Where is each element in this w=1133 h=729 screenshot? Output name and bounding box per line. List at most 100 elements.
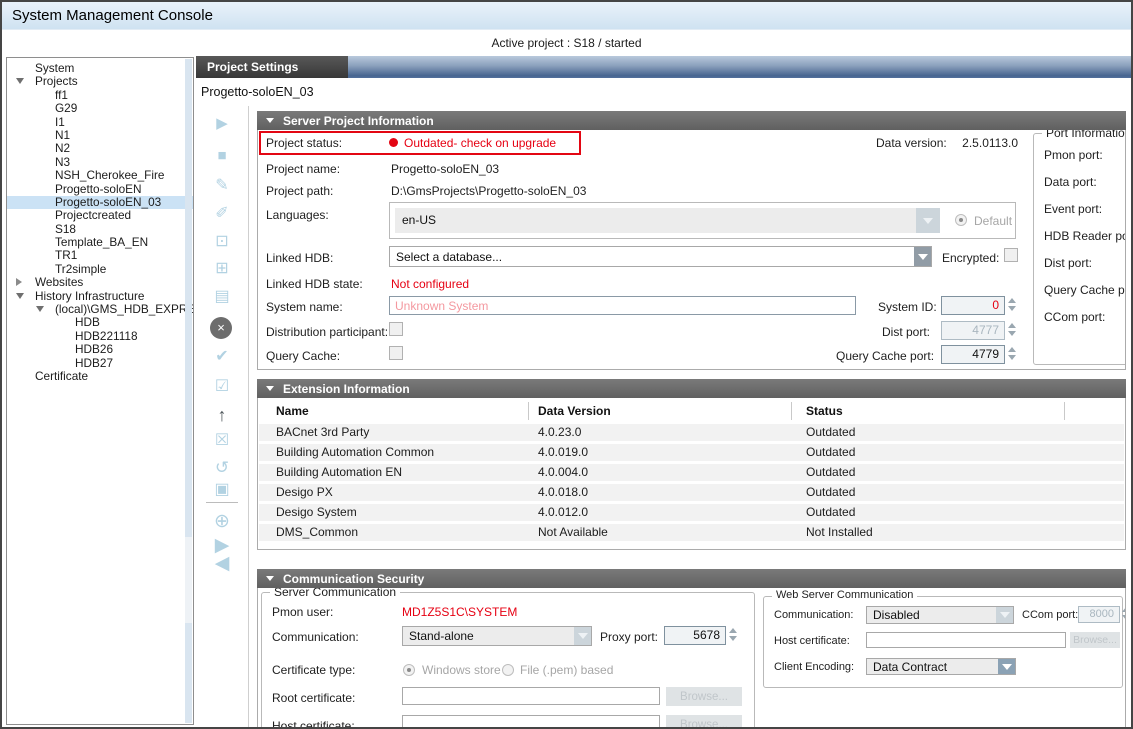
dropdown-arrow-icon[interactable] [996,607,1013,623]
ccom-port-value[interactable]: 8000 [1078,606,1120,623]
web-communication-combo[interactable]: Disabled [866,606,1014,624]
tree-item-hdb26[interactable]: HDB26 [7,343,193,356]
query-cache-port-spinner-arrows[interactable] [1008,347,1016,360]
expand-arrow-icon[interactable] [16,78,24,84]
tree-item-hdb221118[interactable]: HDB221118 [7,330,193,343]
distribution-participant-checkbox[interactable] [389,322,403,336]
extension-row[interactable]: DMS_Common Not Available Not Installed [259,524,1124,541]
web-host-certificate-input[interactable] [866,632,1066,648]
tree-item-system[interactable]: System [7,62,193,75]
extension-information-header[interactable]: Extension Information [257,379,1126,398]
server-project-information-header[interactable]: Server Project Information [257,111,1126,130]
start-project-icon[interactable]: ▶ [196,116,248,131]
tree-item-websites[interactable]: Websites [7,276,193,289]
system-id-value[interactable]: 0 [941,296,1005,315]
tree-item-tr1[interactable]: TR1 [7,249,193,262]
ccom-port-spinner-arrows[interactable] [1122,607,1126,620]
tree-item-nsh-cherokee-fire[interactable]: NSH_Cherokee_Fire [7,169,193,182]
system-id-spinner-arrows[interactable] [1008,298,1016,311]
query-cache-checkbox[interactable] [389,346,403,360]
dropdown-arrow-icon[interactable] [998,659,1015,674]
server-communication-combo[interactable]: Stand-alone [402,626,592,646]
expand-arrow-icon[interactable] [36,306,44,312]
linked-hdb-combo[interactable]: Select a database... [389,246,932,267]
user-check-icon[interactable]: ✔ [196,349,248,365]
add-icon[interactable]: ⊕ [196,512,248,531]
column-data-version[interactable]: Data Version [538,404,611,418]
collapsed-arrow-icon[interactable] [16,278,22,286]
query-cache-port-value[interactable]: 4779 [941,345,1005,364]
extension-row[interactable]: Building Automation EN 4.0.004.0 Outdate… [259,464,1124,481]
dropdown-arrow-icon[interactable] [914,247,931,266]
system-id-label: System ID: [878,300,937,314]
tree-item-n1[interactable]: N1 [7,129,193,142]
tree-item-tr2simple[interactable]: Tr2simple [7,263,193,276]
tree-item-history-infrastructure[interactable]: History Infrastructure [7,290,193,303]
dropdown-arrow-icon[interactable] [574,627,591,645]
project-status-label: Project status: [266,136,342,150]
tree-item-local-gms-hdb-express[interactable]: (local)\GMS_HDB_EXPRESS [7,303,193,316]
dist-port-spinner-arrows[interactable] [1008,323,1016,336]
linked-hdb-state-value: Not configured [391,277,469,291]
tree-item-projects[interactable]: Projects [7,75,193,88]
tree-item-hdb[interactable]: HDB [7,316,193,329]
stop-project-icon[interactable]: ■ [196,148,248,163]
edit-document-icon[interactable]: ✎ [196,178,248,194]
system-name-input[interactable] [389,296,856,315]
host-certificate-browse-button[interactable]: Browse... [666,715,742,727]
tree-item-progetto-soloen-03[interactable]: Progetto-soloEN_03 [7,196,193,209]
extension-row[interactable]: BACnet 3rd Party 4.0.23.0 Outdated [259,424,1124,441]
client-encoding-combo[interactable]: Data Contract [866,658,1016,675]
upgrade-project-icon[interactable]: ↑ [196,406,248,424]
network-check-icon[interactable]: ☑ [196,379,248,395]
deactivate-icon[interactable]: ◀ [196,554,248,573]
tree-item-n2[interactable]: N2 [7,142,193,155]
monitor-edit-icon[interactable]: ⊡ [196,234,248,250]
tree-item-n3[interactable]: N3 [7,156,193,169]
save-icon[interactable]: ▤ [196,289,248,305]
web-server-communication-title: Web Server Communication [772,589,917,601]
tree-item-i1[interactable]: I1 [7,116,193,129]
expand-arrow-icon[interactable] [16,293,24,299]
extension-row[interactable]: Desigo PX 4.0.018.0 Outdated [259,484,1124,501]
tree-item-progetto-soloen[interactable]: Progetto-soloEN [7,183,193,196]
extension-row[interactable]: Desigo System 4.0.012.0 Outdated [259,504,1124,521]
pem-file-radio[interactable] [502,664,514,676]
column-name[interactable]: Name [276,404,309,418]
tree-item-certificate[interactable]: Certificate [7,370,193,383]
windows-store-radio[interactable] [403,664,415,676]
host-certificate-label: Host certificate: [272,719,355,727]
dropdown-arrow-icon[interactable] [916,208,940,233]
tree-scrollbar-thumb[interactable] [185,537,192,623]
tree-item-ff1[interactable]: ff1 [7,89,193,102]
communication-security-header[interactable]: Communication Security [257,569,1126,588]
notifications-off-icon[interactable]: ☒ [196,433,248,449]
pmon-user-label: Pmon user: [272,605,333,619]
dist-port-value[interactable]: 4777 [941,321,1005,340]
pen-edit-icon[interactable]: ✐ [196,206,248,222]
extension-row[interactable]: Building Automation Common 4.0.019.0 Out… [259,444,1124,461]
query-cache-port-info-label: Query Cache port: [1044,283,1126,297]
tree-item-s18[interactable]: S18 [7,223,193,236]
restore-icon[interactable]: ↺ [196,459,248,476]
web-host-certificate-browse-button[interactable]: Browse... [1070,632,1120,648]
tree-scrollbar[interactable] [185,59,192,723]
cancel-icon[interactable]: × [210,317,232,339]
root-certificate-input[interactable] [402,687,660,705]
tab-project-settings[interactable]: Project Settings [196,56,348,78]
project-name-value: Progetto-soloEN_03 [391,162,499,176]
encrypted-checkbox[interactable] [1004,248,1018,262]
tree-item-projectcreated[interactable]: Projectcreated [7,209,193,222]
tree-item-template-ba-en[interactable]: Template_BA_EN [7,236,193,249]
default-language-radio[interactable] [955,214,967,226]
tree-item-hdb27[interactable]: HDB27 [7,357,193,370]
proxy-port-spinner-arrows[interactable] [729,628,737,641]
column-status[interactable]: Status [806,404,843,418]
database-restore-icon[interactable]: ▣ [196,482,248,498]
network-edit-icon[interactable]: ⊞ [196,261,248,277]
host-certificate-input[interactable] [402,715,660,727]
root-certificate-browse-button[interactable]: Browse... [666,687,742,706]
language-list-item[interactable]: en-US [395,208,940,233]
proxy-port-value[interactable]: 5678 [664,626,726,645]
tree-item-g29[interactable]: G29 [7,102,193,115]
